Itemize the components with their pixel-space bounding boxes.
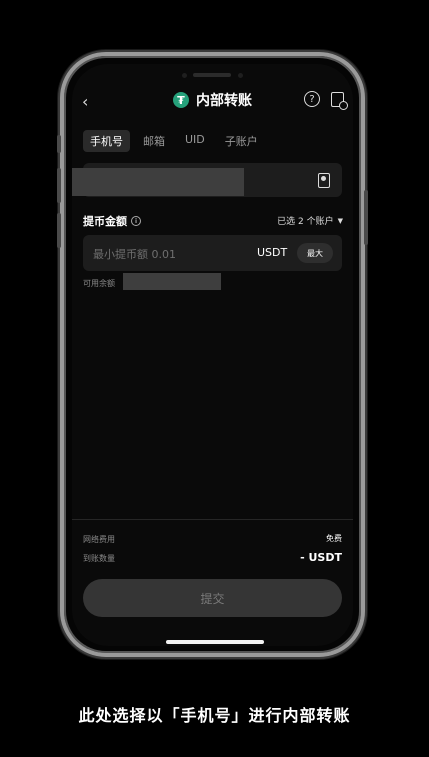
question-circle-icon[interactable]: ? bbox=[304, 91, 320, 107]
caption: 此处选择以「手机号」进行内部转账 bbox=[78, 706, 351, 725]
contact-book-icon[interactable] bbox=[318, 173, 330, 188]
camera-dot bbox=[238, 73, 243, 78]
speaker bbox=[193, 73, 231, 77]
side-button bbox=[364, 190, 368, 245]
available-balance-label: 可用余额 bbox=[83, 279, 115, 288]
tab-email[interactable]: 邮箱 bbox=[136, 130, 172, 152]
side-button bbox=[57, 135, 61, 153]
account-selector[interactable]: 已选 2 个账户 ▼ bbox=[277, 214, 343, 228]
app-screen: ‹ ₮ 内部转账 ? 手机号 邮箱 UID 子账户 提币金额 i 已选 2 个账… bbox=[72, 64, 353, 646]
divider bbox=[72, 519, 353, 520]
chevron-left-icon[interactable]: ‹ bbox=[82, 92, 88, 111]
receive-amount-value: - USDT bbox=[300, 551, 342, 564]
tab-uid[interactable]: UID bbox=[178, 130, 212, 152]
redacted-phone-number bbox=[72, 168, 244, 196]
tab-phone[interactable]: 手机号 bbox=[83, 130, 130, 152]
submit-button[interactable]: 提交 bbox=[83, 579, 342, 617]
amount-label-group: 提币金额 i bbox=[83, 213, 141, 229]
network-fee-label: 网络费用 bbox=[83, 535, 115, 544]
method-tabs: 手机号 邮箱 UID 子账户 bbox=[83, 130, 265, 152]
camera-dot bbox=[182, 73, 187, 78]
title-group: ₮ 内部转账 bbox=[173, 90, 252, 110]
caret-down-icon: ▼ bbox=[337, 216, 343, 225]
record-clock-icon[interactable] bbox=[331, 92, 348, 110]
side-button bbox=[57, 168, 61, 203]
amount-placeholder: 最小提币额 0.01 bbox=[93, 248, 176, 261]
account-selector-label: 已选 2 个账户 bbox=[277, 217, 334, 227]
amount-input[interactable]: 最小提币额 0.01 USDT 最大 bbox=[83, 235, 342, 271]
info-icon[interactable]: i bbox=[131, 216, 141, 226]
usdt-icon: ₮ bbox=[173, 92, 189, 108]
home-indicator[interactable] bbox=[166, 640, 264, 644]
amount-label: 提币金额 bbox=[83, 215, 127, 228]
phone-number-input[interactable] bbox=[72, 163, 342, 197]
page: { "header": { "back_icon": "chevron-left… bbox=[0, 0, 429, 757]
tab-sub-account[interactable]: 子账户 bbox=[218, 130, 265, 152]
receive-amount-label: 到账数量 bbox=[83, 554, 115, 563]
page-title: 内部转账 bbox=[196, 93, 252, 109]
currency-unit: USDT bbox=[257, 246, 288, 259]
side-button bbox=[57, 213, 61, 248]
redacted-balance bbox=[123, 273, 221, 290]
network-fee-value: 免费 bbox=[326, 534, 342, 543]
max-button[interactable]: 最大 bbox=[297, 243, 333, 263]
